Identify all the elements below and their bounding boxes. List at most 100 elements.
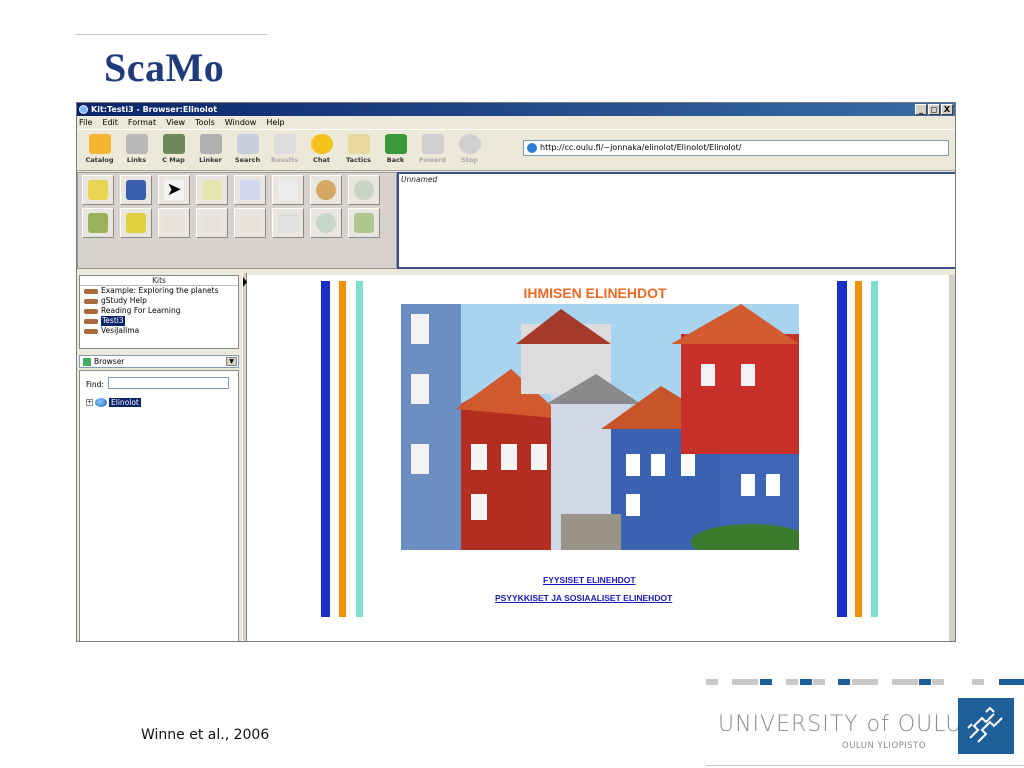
list-icon (240, 180, 260, 200)
concept-map-canvas[interactable]: Unnamed (397, 172, 955, 269)
settings-tool[interactable] (310, 175, 342, 205)
find-input[interactable] (108, 377, 229, 389)
list-item[interactable]: Reading For Learning (80, 306, 238, 316)
menu-view[interactable]: View (166, 116, 185, 129)
browser-tree-panel: Find: + Elinolot (79, 370, 239, 641)
page-heading: IHMISEN ELINEHDOT (523, 285, 667, 301)
zoom-in-tool[interactable] (310, 208, 342, 238)
tactics-button[interactable]: Tactics (340, 131, 377, 169)
houses-photo (401, 304, 799, 550)
deco-square (932, 679, 944, 685)
edit-note-tool[interactable] (196, 208, 228, 238)
chat-smiley-icon (310, 134, 333, 154)
menu-file[interactable]: File (79, 116, 92, 129)
expand-icon[interactable]: + (86, 399, 93, 406)
back-button[interactable]: Back (377, 131, 414, 169)
cmap-button[interactable]: C Map (155, 131, 192, 169)
forward-button[interactable]: Foward (414, 131, 451, 169)
tool-palette: ➤ (77, 172, 397, 269)
link-psyykkiset[interactable]: PSYYKKISET JA SOSIAALISET ELINEHDOT (495, 593, 672, 603)
deco-square (706, 679, 718, 685)
map-caption: Unnamed (401, 175, 438, 184)
close-button[interactable]: X (941, 104, 953, 115)
links-icon (125, 134, 148, 154)
menu-help[interactable]: Help (266, 116, 284, 129)
tree-item[interactable]: + Elinolot (86, 398, 141, 407)
menu-tools[interactable]: Tools (195, 116, 215, 129)
address-text: http://cc.oulu.fi/~jonnaka/elinolot/Elin… (540, 143, 742, 152)
list-item-selected[interactable]: Testi3 (80, 316, 238, 326)
camera-icon (126, 180, 146, 200)
web-tool[interactable] (82, 208, 114, 238)
window-titlebar[interactable]: Kit:Testi3 - Browser:Elinolot _ ◻ X (77, 103, 955, 116)
forward-arrow-icon (421, 134, 444, 154)
footer-rule (706, 765, 1024, 766)
chat-button[interactable]: Chat (303, 131, 340, 169)
results-icon (273, 134, 296, 154)
menu-bar: File Edit Format View Tools Window Help (77, 116, 955, 129)
web-icon (88, 213, 108, 233)
chevron-down-icon[interactable]: ▼ (226, 357, 237, 366)
camera-tool[interactable] (120, 175, 152, 205)
houses-image (401, 304, 799, 550)
find-tool[interactable] (348, 175, 380, 205)
slide-title: ScaMo (104, 45, 225, 90)
menu-format[interactable]: Format (128, 116, 156, 129)
kit-icon (84, 318, 98, 324)
links-button[interactable]: Links (118, 131, 155, 169)
address-bar[interactable]: http://cc.oulu.fi/~jonnaka/elinolot/Elin… (523, 140, 949, 156)
menu-edit[interactable]: Edit (102, 116, 118, 129)
note-tool[interactable] (196, 175, 228, 205)
book-icon (347, 134, 370, 154)
export-tool[interactable] (120, 208, 152, 238)
search-button[interactable]: Search (229, 131, 266, 169)
new-node-icon (88, 180, 108, 200)
stripe-aqua-right (871, 281, 878, 617)
linker-icon (199, 134, 222, 154)
catalog-button[interactable]: Catalog (81, 131, 118, 169)
list-item[interactable]: gStudy Help (80, 296, 238, 306)
deco-square (800, 679, 812, 685)
kits-header: Kits (80, 276, 238, 286)
pointer-tool[interactable]: ➤ (158, 175, 190, 205)
magnifier-icon (236, 134, 259, 154)
kit-icon (84, 328, 98, 334)
zoom-fit-tool[interactable] (348, 208, 380, 238)
results-button[interactable]: Results (266, 131, 303, 169)
list-tool[interactable] (234, 175, 266, 205)
link-fyysiset[interactable]: FYYSISET ELINEHDOT (543, 575, 636, 585)
kit-icon (84, 308, 98, 314)
deco-square (732, 679, 758, 685)
stripe-aqua-left (356, 281, 363, 617)
highlight-tool[interactable] (272, 175, 304, 205)
document-tool[interactable] (158, 208, 190, 238)
deco-square (919, 679, 931, 685)
logo-mark-icon (967, 706, 1003, 743)
list-item[interactable]: VesiJaIlma (80, 326, 238, 336)
browser-selector[interactable]: Browser ▼ (79, 355, 239, 368)
new-node-tool[interactable] (82, 175, 114, 205)
deco-square (760, 679, 772, 685)
deco-square (999, 679, 1024, 685)
stripe-blue-left (321, 281, 330, 617)
globe-icon (527, 143, 537, 153)
browser-icon (83, 358, 91, 366)
linker-button[interactable]: Linker (192, 131, 229, 169)
web-page-icon (95, 398, 107, 407)
stripe-orange-right (855, 281, 862, 617)
filter-tool[interactable] (272, 208, 304, 238)
window-title: Kit:Testi3 - Browser:Elinolot (91, 105, 218, 114)
minimize-button[interactable]: _ (915, 104, 927, 115)
deco-square (852, 679, 878, 685)
main-toolbar: Catalog Links C Map Linker Search Result… (77, 129, 955, 171)
vertical-scrollbar[interactable] (949, 275, 955, 641)
deco-square (813, 679, 825, 685)
stripe-blue-right (837, 281, 847, 617)
kits-list: Kits Example: Exploring the planets gStu… (79, 275, 239, 349)
note-icon (202, 180, 222, 200)
stop-button[interactable]: Stop (451, 131, 488, 169)
page-tool[interactable] (234, 208, 266, 238)
maximize-button[interactable]: ◻ (928, 104, 940, 115)
menu-window[interactable]: Window (225, 116, 257, 129)
list-item[interactable]: Example: Exploring the planets (80, 286, 238, 296)
